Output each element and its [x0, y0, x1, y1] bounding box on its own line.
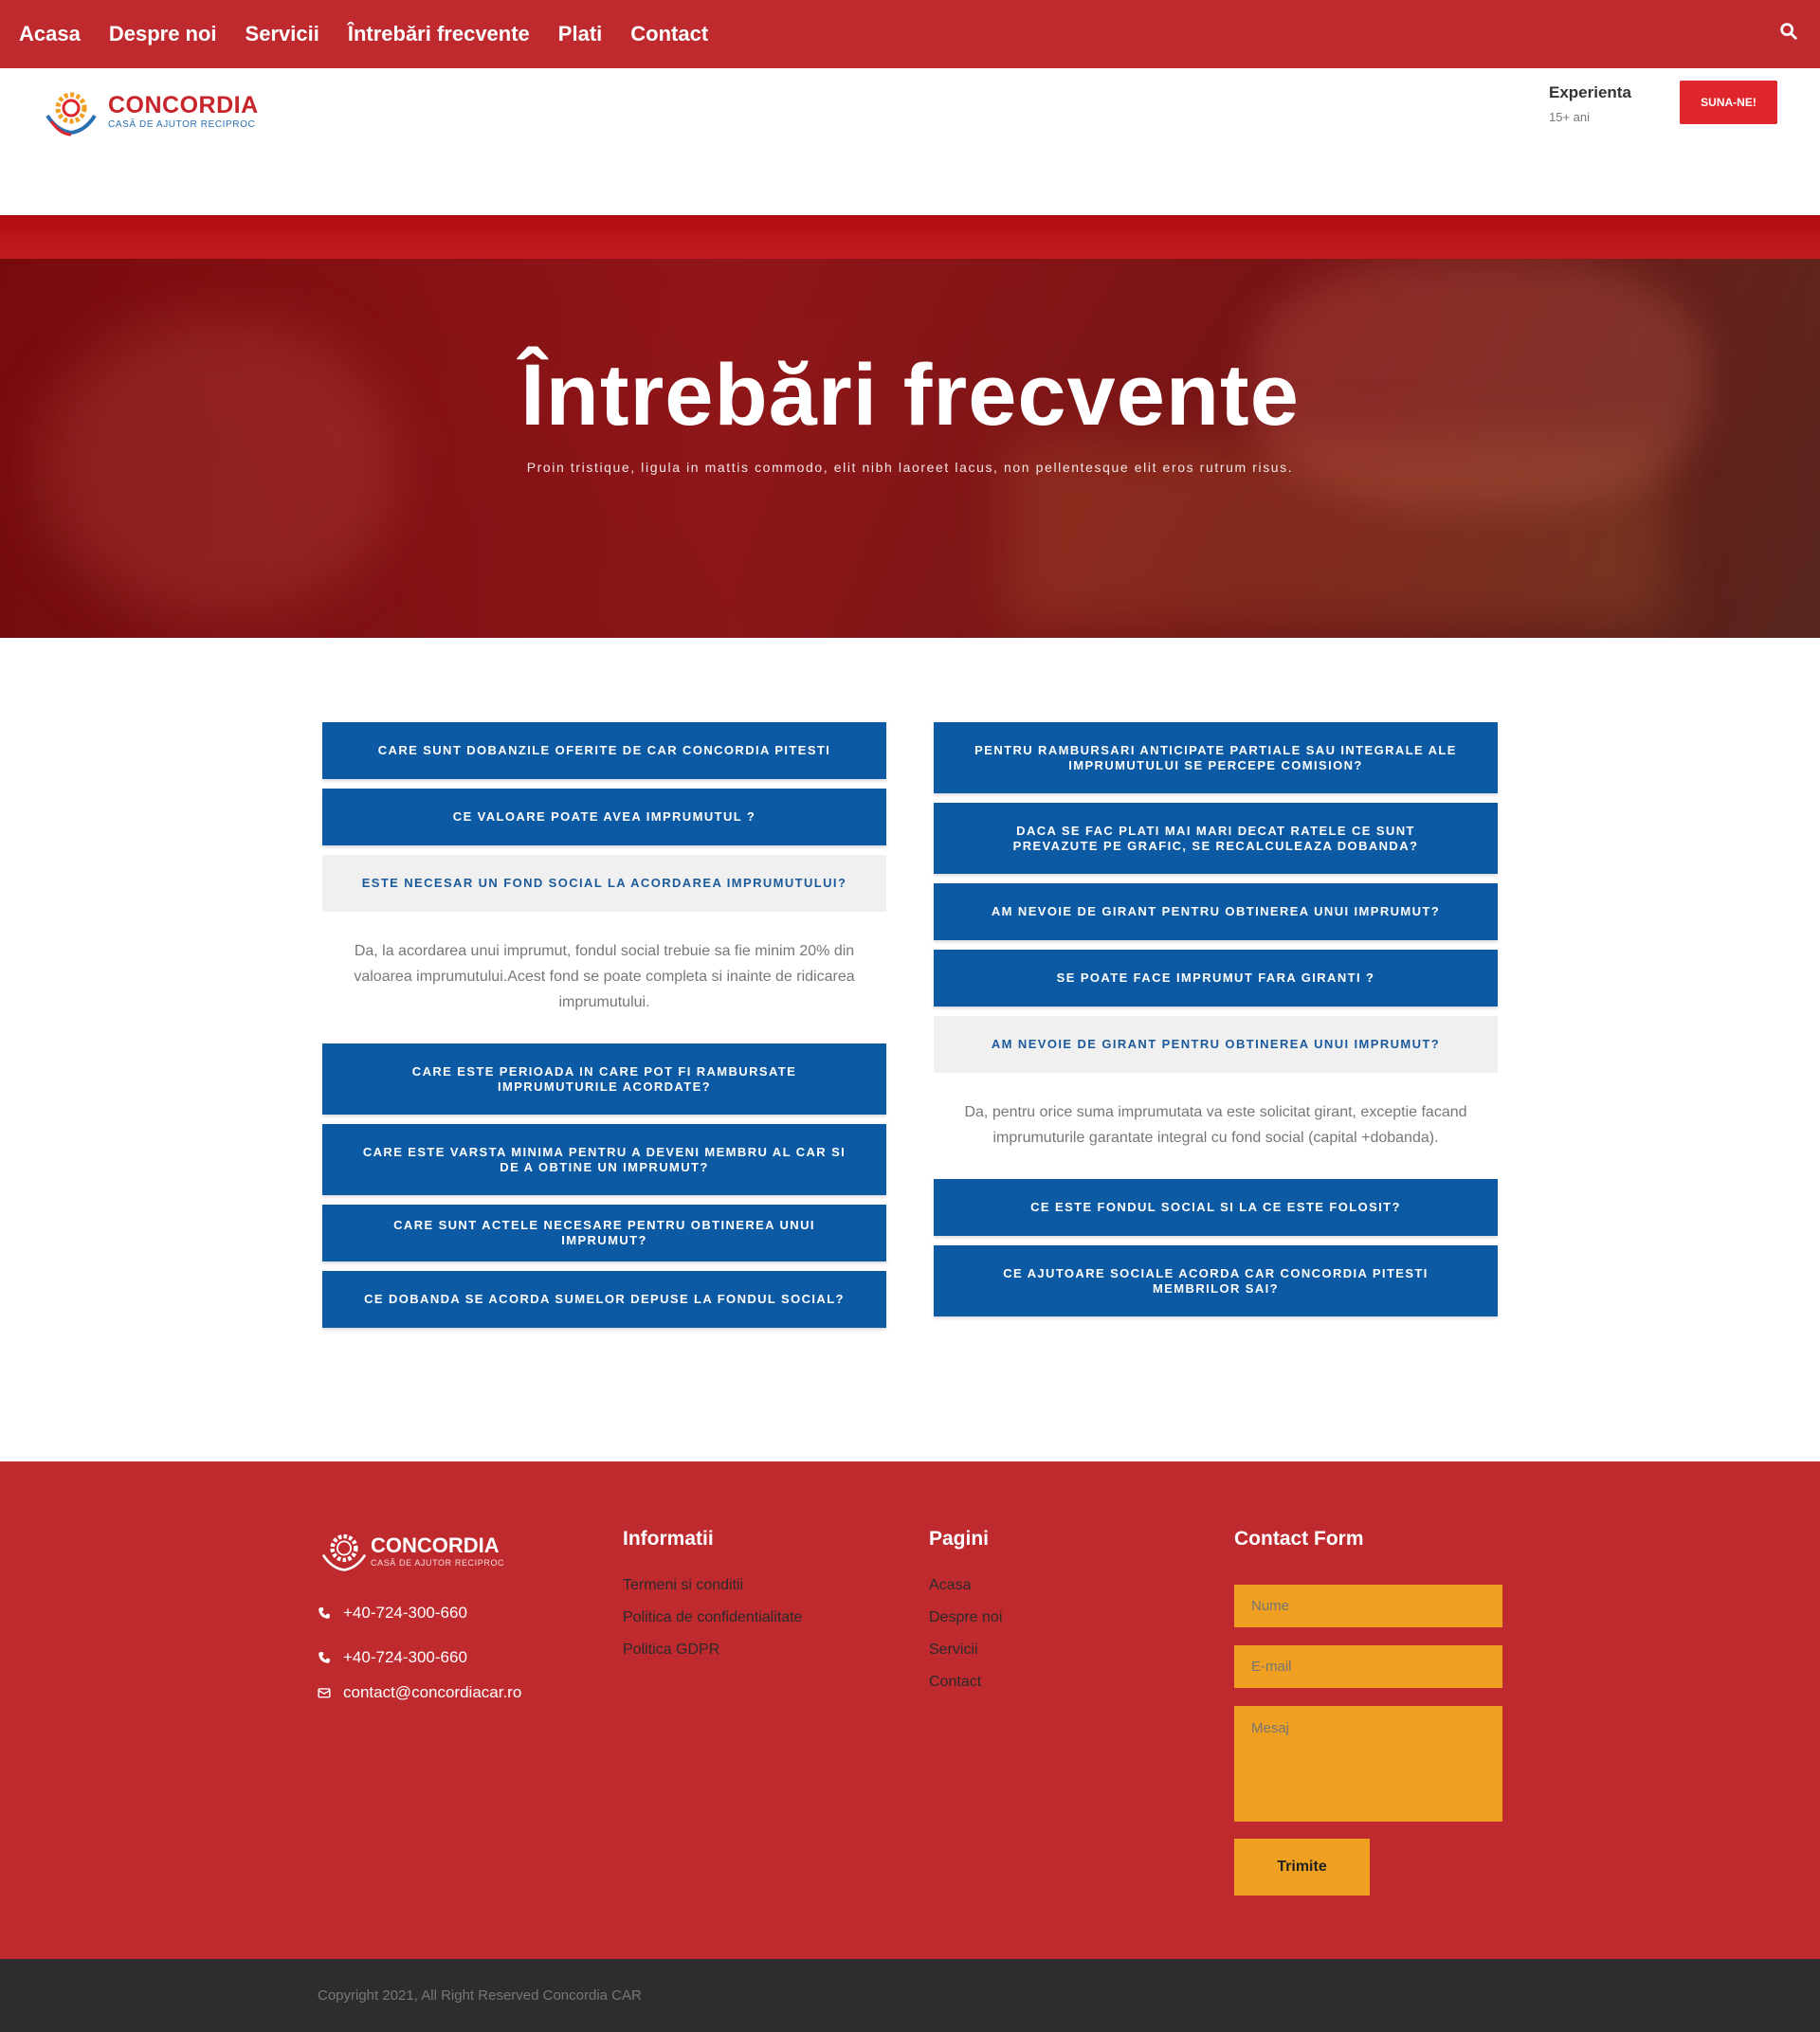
nav-item-servicii[interactable]: Servicii [246, 22, 319, 46]
footer-contact-form: Contact Form [1234, 1528, 1364, 1577]
footer-logo[interactable]: CONCORDIA CASĂ DE AJUTOR RECIPROC [318, 1530, 504, 1573]
search-icon[interactable] [1778, 21, 1799, 42]
experience-label: Experienta [1549, 83, 1631, 101]
phone-number: +40-724-300-660 [343, 1648, 467, 1666]
envelope-icon [318, 1688, 331, 1698]
copyright-bar: Copyright 2021, All Right Reserved Conco… [0, 1959, 1820, 2032]
site-footer: CONCORDIA CASĂ DE AJUTOR RECIPROC +40-72… [0, 1461, 1820, 1959]
faq-column-right: PENTRU RAMBURSARI ANTICIPATE PARTIALE SA… [934, 722, 1498, 1326]
faq-question[interactable]: CE DOBANDA SE ACORDA SUMELOR DEPUSE LA F… [322, 1271, 886, 1328]
site-header: CONCORDIA CASĂ DE AJUTOR RECIPROC Experi… [0, 68, 1820, 215]
phone-number: +40-724-300-660 [343, 1604, 467, 1622]
faq-item: AM NEVOIE DE GIRANT PENTRU OBTINEREA UNU… [934, 883, 1498, 940]
footer-heading: Pagini [929, 1528, 990, 1550]
faq-item-open: ESTE NECESAR UN FOND SOCIAL LA ACORDAREA… [322, 855, 886, 1034]
footer-heading: Informatii [623, 1528, 714, 1550]
faq-question[interactable]: DACA SE FAC PLATI MAI MARI DECAT RATELE … [934, 803, 1498, 874]
phone-icon [318, 1607, 330, 1619]
faq-question-open[interactable]: AM NEVOIE DE GIRANT PENTRU OBTINEREA UNU… [934, 1016, 1498, 1073]
footer-link-termeni[interactable]: Termeni si conditii [623, 1577, 802, 1594]
faq-item-open: AM NEVOIE DE GIRANT PENTRU OBTINEREA UNU… [934, 1016, 1498, 1170]
nav-item-despre-noi[interactable]: Despre noi [109, 22, 217, 46]
footer-logo-brand: CONCORDIA [371, 1533, 500, 1557]
faq-question[interactable]: CARE ESTE VARSTA MINIMA PENTRU A DEVENI … [322, 1124, 886, 1195]
logo-brand: CONCORDIA [108, 92, 259, 118]
faq-item: CARE ESTE PERIOADA IN CARE POT FI RAMBUR… [322, 1043, 886, 1115]
faq-question[interactable]: CE VALOARE POATE AVEA IMPRUMUTUL ? [322, 789, 886, 845]
faq-question[interactable]: CARE SUNT DOBANZILE OFERITE DE CAR CONCO… [322, 722, 886, 779]
faq-question[interactable]: PENTRU RAMBURSARI ANTICIPATE PARTIALE SA… [934, 722, 1498, 793]
faq-question[interactable]: CE ESTE FONDUL SOCIAL SI LA CE ESTE FOLO… [934, 1179, 1498, 1236]
footer-logo-tagline: CASĂ DE AJUTOR RECIPROC [371, 1558, 505, 1568]
message-field[interactable] [1234, 1706, 1502, 1822]
experience-block: Experienta 15+ ani [1549, 83, 1631, 124]
nav-item-plati[interactable]: Plati [558, 22, 602, 46]
footer-pagini: Pagini Acasa Despre noi Servicii Contact [929, 1528, 1002, 1706]
faq-item: SE POATE FACE IMPRUMUT FARA GIRANTI ? [934, 950, 1498, 1007]
email-field[interactable] [1234, 1645, 1502, 1688]
experience-value: 15+ ani [1549, 110, 1591, 124]
faq-item: CE DOBANDA SE ACORDA SUMELOR DEPUSE LA F… [322, 1271, 886, 1328]
footer-phone-1[interactable]: +40-724-300-660 [318, 1604, 467, 1623]
logo-tagline: CASĂ DE AJUTOR RECIPROC [108, 119, 256, 130]
nav-item-intrebari-frecvente[interactable]: Întrebări frecvente [348, 22, 530, 46]
faq-item: CE VALOARE POATE AVEA IMPRUMUTUL ? [322, 789, 886, 845]
faq-column-left: CARE SUNT DOBANZILE OFERITE DE CAR CONCO… [322, 722, 886, 1337]
faq-question[interactable]: CARE ESTE PERIOADA IN CARE POT FI RAMBUR… [322, 1043, 886, 1115]
copyright-text: Copyright 2021, All Right Reserved Conco… [318, 1987, 642, 2004]
hero-subtitle: Proin tristique, ligula in mattis commod… [526, 460, 1294, 475]
footer-link-acasa[interactable]: Acasa [929, 1577, 1002, 1594]
red-stripe [0, 215, 1820, 259]
footer-phone-2[interactable]: +40-724-300-660 [318, 1648, 467, 1667]
page-title: Întrebări frecvente [520, 347, 1300, 444]
faq-item: CE ESTE FONDUL SOCIAL SI LA CE ESTE FOLO… [934, 1179, 1498, 1236]
faq-question[interactable]: CARE SUNT ACTELE NECESARE PENTRU OBTINER… [322, 1205, 886, 1261]
hero-banner: Întrebări frecvente Proin tristique, lig… [0, 259, 1820, 638]
faq-question[interactable]: CE AJUTOARE SOCIALE ACORDA CAR CONCORDIA… [934, 1245, 1498, 1316]
faq-question-open[interactable]: ESTE NECESAR UN FOND SOCIAL LA ACORDAREA… [322, 855, 886, 912]
faq-item: CARE SUNT ACTELE NECESARE PENTRU OBTINER… [322, 1205, 886, 1261]
footer-link-contact[interactable]: Contact [929, 1674, 1002, 1691]
faq-question[interactable]: AM NEVOIE DE GIRANT PENTRU OBTINEREA UNU… [934, 883, 1498, 940]
footer-link-gdpr[interactable]: Politica GDPR [623, 1642, 802, 1659]
laurel-logo-icon [46, 92, 97, 136]
footer-informatii: Informatii Termeni si conditii Politica … [623, 1528, 802, 1674]
faq-item: DACA SE FAC PLATI MAI MARI DECAT RATELE … [934, 803, 1498, 874]
faq-answer: Da, la acordarea unui imprumut, fondul s… [354, 943, 855, 1010]
nav-item-contact[interactable]: Contact [630, 22, 708, 46]
name-field[interactable] [1234, 1585, 1502, 1627]
footer-link-confidentialitate[interactable]: Politica de confidentialitate [623, 1609, 802, 1626]
faq-item: CE AJUTOARE SOCIALE ACORDA CAR CONCORDIA… [934, 1245, 1498, 1316]
faq-item: PENTRU RAMBURSARI ANTICIPATE PARTIALE SA… [934, 722, 1498, 793]
submit-button[interactable]: Trimite [1234, 1839, 1370, 1896]
call-button[interactable]: SUNA-NE! [1680, 81, 1777, 124]
top-nav: Acasa Despre noi Servicii Întrebări frec… [0, 0, 1820, 68]
faq-answer: Da, pentru orice suma imprumutata va est… [964, 1104, 1467, 1146]
email-address: contact@concordiacar.ro [343, 1683, 522, 1701]
phone-icon [318, 1652, 330, 1663]
laurel-logo-icon [321, 1533, 367, 1571]
faq-question[interactable]: SE POATE FACE IMPRUMUT FARA GIRANTI ? [934, 950, 1498, 1007]
faq-item: CARE ESTE VARSTA MINIMA PENTRU A DEVENI … [322, 1124, 886, 1195]
site-logo[interactable]: CONCORDIA CASĂ DE AJUTOR RECIPROC [42, 87, 259, 136]
footer-link-despre-noi[interactable]: Despre noi [929, 1609, 1002, 1626]
footer-link-servicii[interactable]: Servicii [929, 1642, 1002, 1659]
faq-item: CARE SUNT DOBANZILE OFERITE DE CAR CONCO… [322, 722, 886, 779]
nav-item-acasa[interactable]: Acasa [19, 22, 81, 46]
footer-heading: Contact Form [1234, 1528, 1364, 1550]
footer-email[interactable]: contact@concordiacar.ro [318, 1683, 521, 1702]
